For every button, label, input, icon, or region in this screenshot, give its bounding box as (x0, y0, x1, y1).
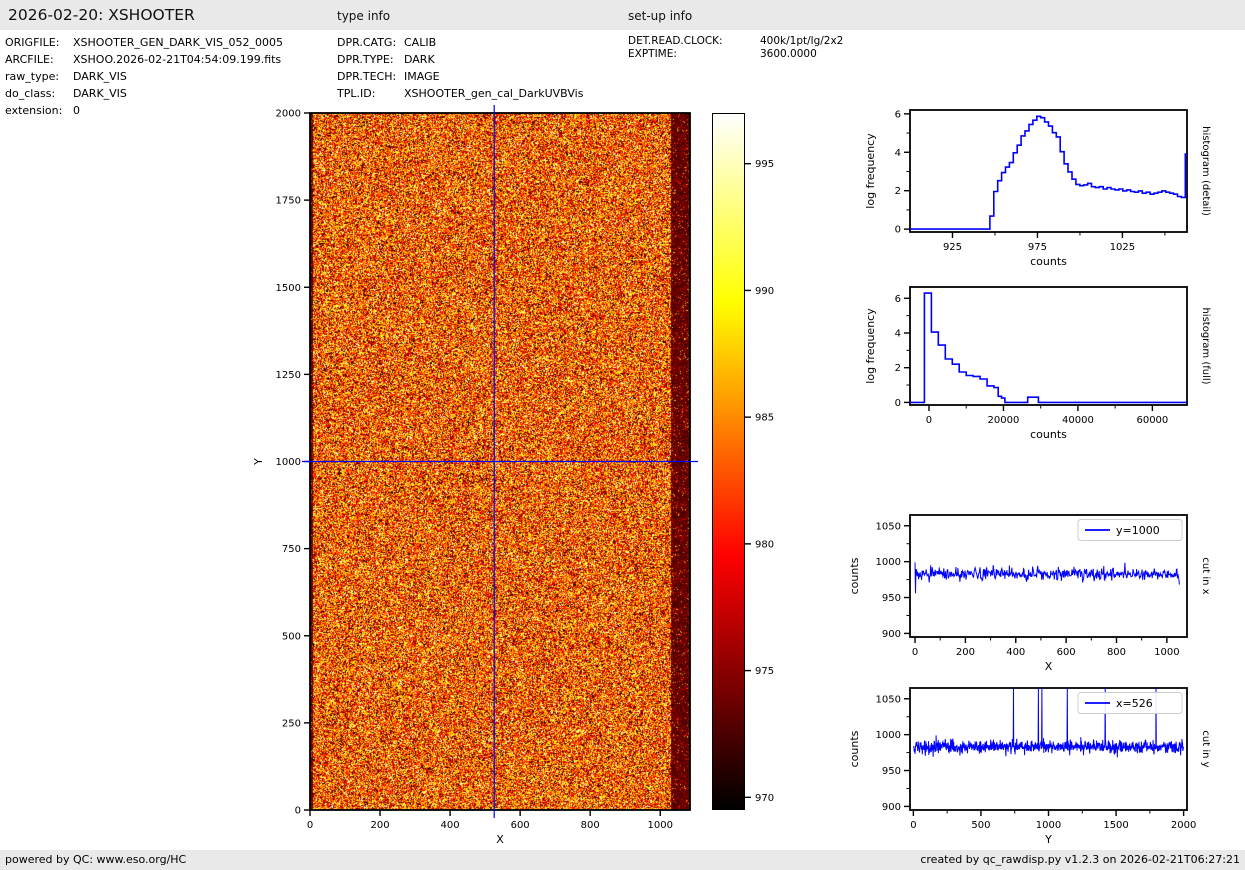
y-tick-label: 900 (882, 802, 901, 813)
x-axis-label: X (1045, 660, 1053, 673)
y-tick-label: 2 (895, 186, 901, 197)
axes-frame (909, 109, 1188, 233)
y-tick-label: 1000 (876, 730, 901, 741)
footer-created-by: created by qc_rawdisp.py v1.2.3 on 2026-… (920, 853, 1240, 866)
x-tick-label: 40000 (1062, 415, 1094, 426)
x-axis-label: Y (1044, 833, 1052, 846)
x-tick-label: 1000 (1154, 647, 1179, 658)
y-tick-label: 750 (282, 544, 301, 555)
colorbar-tick-label: 985 (755, 413, 774, 424)
x-tick-label: 1025 (1110, 242, 1135, 253)
x-tick-label: 200 (956, 647, 975, 658)
x-tick-label: 1500 (1103, 820, 1128, 831)
x-axis-label: counts (1030, 428, 1067, 441)
y-tick-label: 500 (282, 631, 301, 642)
y-tick-label: 1050 (876, 694, 901, 705)
x-tick-label: 2000 (1171, 820, 1196, 831)
x-tick-label: 0 (926, 415, 932, 426)
colorbar-tick-label: 995 (755, 159, 774, 170)
y-tick-label: 0 (895, 398, 901, 409)
colorbar-tick-label: 990 (755, 286, 774, 297)
y-tick-label: 2000 (276, 109, 301, 120)
y-axis-label: log frequency (864, 308, 877, 384)
legend-cut-x-label: y=1000 (1116, 524, 1160, 537)
colorbar-tick-label: 975 (755, 666, 774, 677)
x-tick-label: 400 (441, 820, 460, 831)
x-tick-label: 500 (971, 820, 990, 831)
x-axis-label: X (496, 833, 504, 846)
right-axis-label: cut in x (1200, 557, 1211, 594)
y-tick-label: 2 (895, 363, 901, 374)
right-axis-label: histogram (full) (1200, 307, 1211, 384)
y-axis-label: Y (252, 458, 265, 466)
colorbar-tick-label: 970 (755, 793, 774, 804)
y-tick-label: 6 (895, 294, 901, 305)
x-tick-label: 1000 (1036, 820, 1061, 831)
x-tick-label: 20000 (988, 415, 1020, 426)
y-tick-label: 0 (895, 225, 901, 236)
histogram-step-line (910, 115, 1187, 230)
qc-report-page: 2026-02-20: XSHOOTER type info set-up in… (0, 0, 1245, 870)
x-tick-label: 200 (370, 820, 389, 831)
x-tick-label: 60000 (1136, 415, 1168, 426)
axes-frame (909, 286, 1188, 406)
y-tick-label: 1750 (276, 196, 301, 207)
x-tick-label: 1000 (648, 820, 673, 831)
y-tick-label: 0 (295, 806, 301, 817)
histogram-full-plot: 0 20000 40000 60000 0 2 4 6 counts log frequency h… (864, 286, 1211, 441)
colorbar-tick-label: 980 (755, 539, 774, 550)
y-tick-label: 1050 (876, 521, 901, 532)
y-axis-label: log frequency (864, 133, 877, 209)
histogram-step-line (910, 292, 1187, 404)
histogram-detail-plot: 925 975 1025 0 2 4 6 counts log frequency histogr… (864, 109, 1211, 268)
x-tick-label: 800 (1107, 647, 1126, 658)
x-tick-label: 600 (1057, 647, 1076, 658)
cut-in-x-plot: 0 200 400 600 800 1000 900 950 1000 1050 Xcounts cu… (848, 514, 1211, 673)
y-axis-label: counts (848, 730, 861, 767)
legend-cut-y-label: x=526 (1116, 697, 1153, 710)
x-tick-label: 800 (581, 820, 600, 831)
x-tick-label: 0 (307, 820, 313, 831)
x-tick-label: 600 (511, 820, 530, 831)
y-tick-label: 900 (882, 629, 901, 640)
y-tick-label: 4 (895, 328, 901, 339)
cut-x-line (914, 562, 1180, 594)
y-tick-label: 1000 (876, 557, 901, 568)
y-tick-label: 1250 (276, 370, 301, 381)
footer-powered-by: powered by QC: www.eso.org/HC (5, 853, 187, 866)
y-tick-label: 1000 (276, 457, 301, 468)
cut-in-y-plot: 0 500 1000 1500 2000 900 950 1000 1050 Ycounts cut… (848, 687, 1211, 846)
plots-overlay-svg: 0 200 400 600 800 100002505007501000125015001… (252, 105, 1211, 846)
y-tick-label: 6 (895, 109, 901, 120)
x-tick-label: 0 (912, 647, 918, 658)
x-tick-label: 400 (1006, 647, 1025, 658)
x-tick-label: 975 (1028, 242, 1047, 253)
right-axis-label: cut in y (1200, 730, 1211, 767)
x-tick-label: 0 (910, 820, 916, 831)
y-tick-label: 1500 (276, 283, 301, 294)
y-axis-label: counts (848, 557, 861, 594)
y-tick-label: 4 (895, 148, 901, 159)
dark-frame-axes: 0 200 400 600 800 1000 0 250 500 750 1000 1250 1500 1… (252, 109, 691, 846)
x-axis-label: counts (1030, 255, 1067, 268)
footer-bar: powered by QC: www.eso.org/HC created by… (0, 850, 1245, 870)
y-tick-label: 950 (882, 766, 901, 777)
y-tick-label: 950 (882, 593, 901, 604)
right-axis-label: histogram (detail) (1200, 126, 1211, 216)
x-tick-label: 925 (943, 242, 962, 253)
y-tick-label: 250 (282, 718, 301, 729)
